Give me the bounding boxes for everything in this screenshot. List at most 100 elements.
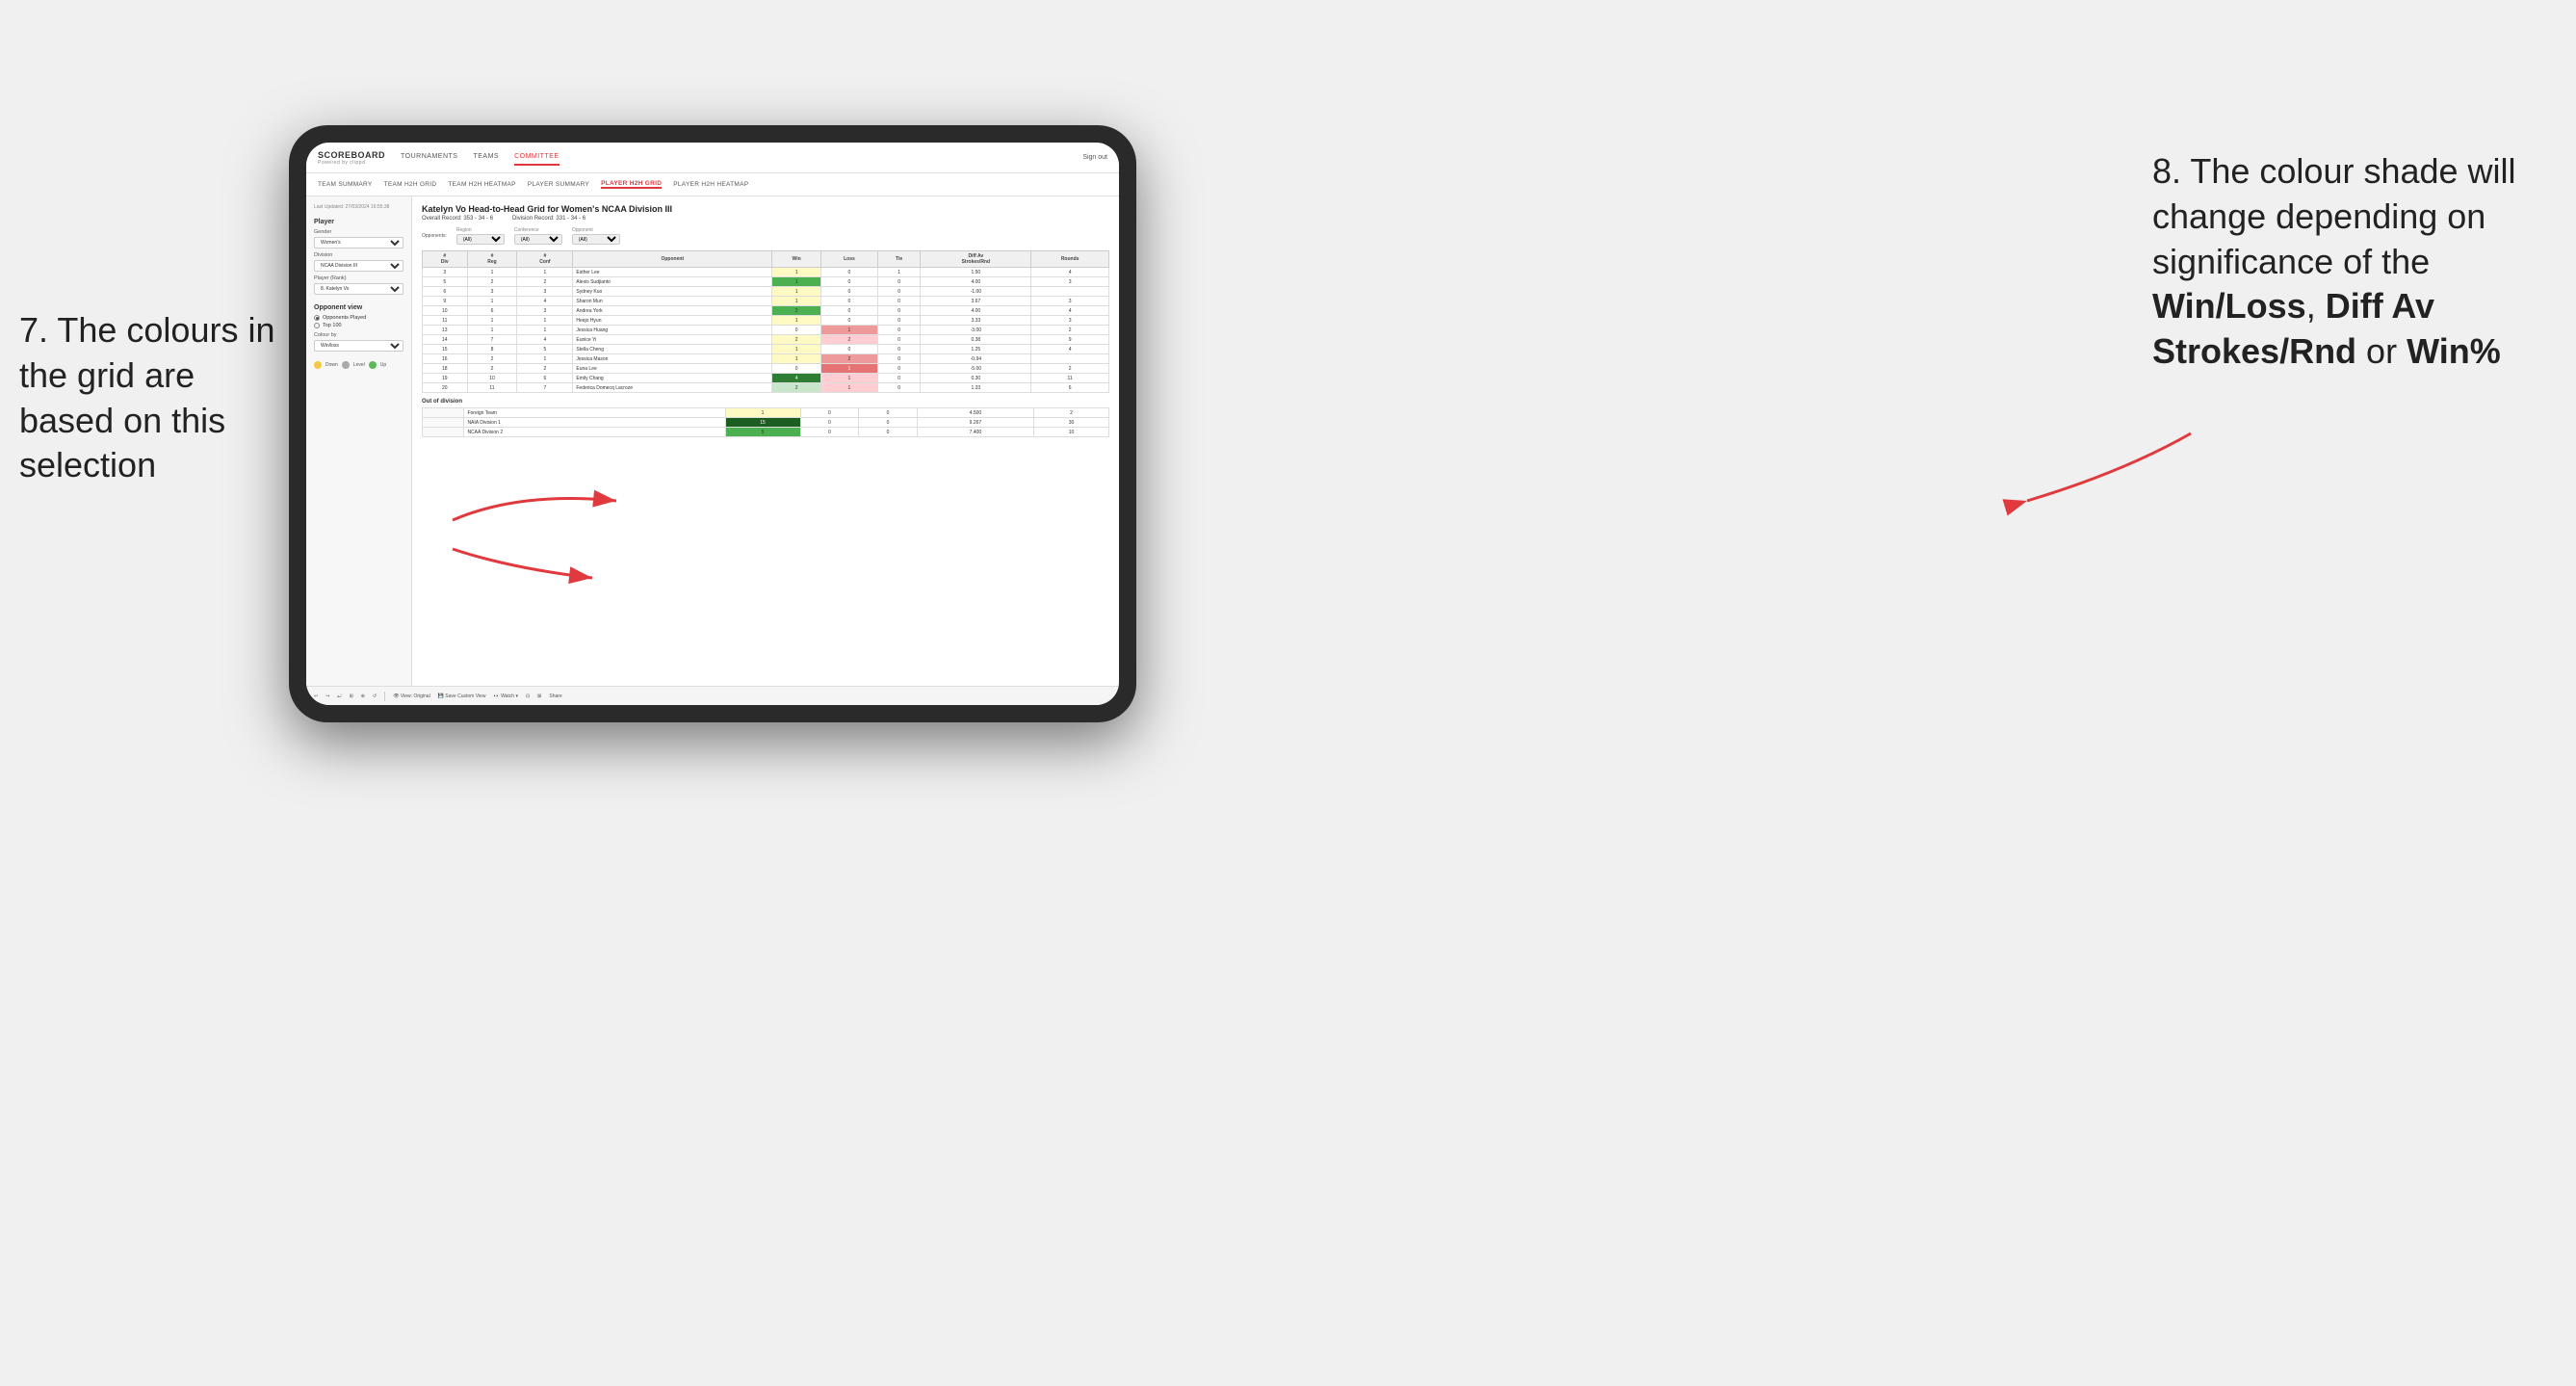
arrow-left-2 <box>443 520 597 597</box>
cell-rounds: 2 <box>1031 326 1109 335</box>
toolbar-grid[interactable]: ⊞ <box>350 693 353 699</box>
cell-loss: 0 <box>800 408 859 418</box>
cell-reg: 1 <box>467 326 517 335</box>
table-row: 18 2 2 Euna Lee 0 1 0 -5.00 2 <box>423 364 1109 374</box>
toolbar-view-original[interactable]: 👁 View: Original <box>393 693 430 699</box>
toolbar-share[interactable]: Share <box>549 693 561 699</box>
cell-conf: 3 <box>517 306 573 316</box>
cell-conf: 4 <box>517 297 573 306</box>
colour-by-select[interactable]: Win/loss <box>314 340 403 352</box>
opponent-view-title: Opponent view <box>314 304 403 311</box>
cell-win: 1 <box>772 345 821 354</box>
region-filter-label: Region <box>456 227 505 233</box>
radio-dot-top100 <box>314 323 320 328</box>
table-row: 11 1 1 Heejo Hyun 1 0 0 3.33 3 <box>423 316 1109 326</box>
radio-opponents-played[interactable]: Opponents Played <box>314 315 403 321</box>
cell-diff: 3.67 <box>921 297 1031 306</box>
tab-team-h2h-heatmap[interactable]: TEAM H2H HEATMAP <box>448 181 515 188</box>
cell-win: 1 <box>772 354 821 364</box>
cell-win: 1 <box>772 287 821 297</box>
cell-reg: 2 <box>467 364 517 374</box>
colour-by-label: Colour by <box>314 332 403 338</box>
nav-tournaments[interactable]: TOURNAMENTS <box>401 149 457 166</box>
toolbar-separator <box>384 692 385 701</box>
gender-select[interactable]: Women's <box>314 237 403 248</box>
tab-player-h2h-heatmap[interactable]: PLAYER H2H HEATMAP <box>673 181 748 188</box>
table-row: 15 8 5 Stella Cheng 1 0 0 1.25 4 <box>423 345 1109 354</box>
toolbar-watch[interactable]: 👀 Watch ▾ <box>493 693 518 699</box>
cell-conf: 7 <box>517 383 573 393</box>
opponent-select[interactable]: (All) <box>572 234 620 245</box>
toolbar-refresh[interactable]: ⤾ <box>337 693 341 699</box>
cell-rounds: 3 <box>1031 297 1109 306</box>
cell-reg: 1 <box>467 268 517 277</box>
last-updated: Last Updated: 27/03/2024 16:55:38 <box>314 204 403 211</box>
tab-player-h2h-grid[interactable]: PLAYER H2H GRID <box>601 180 662 189</box>
table-row: 13 1 1 Jessica Huang 0 1 0 -3.00 2 <box>423 326 1109 335</box>
table-row: Foreign Team 1 0 0 4.500 2 <box>423 408 1109 418</box>
toolbar-save-custom[interactable]: 💾 Save Custom View <box>438 693 486 699</box>
toolbar-undo[interactable]: ↩ <box>314 693 318 699</box>
toolbar-settings[interactable]: ⊛ <box>361 693 365 699</box>
cell-loss: 1 <box>821 326 878 335</box>
cell-opponent: Jessica Huang <box>573 326 772 335</box>
toolbar-icon2[interactable]: ⊠ <box>537 693 541 699</box>
cell-loss: 0 <box>800 428 859 437</box>
toolbar-icon1[interactable]: ⊡ <box>526 693 530 699</box>
cell-diff: 0.30 <box>921 374 1031 383</box>
cell-label: NCAA Division 2 <box>464 428 725 437</box>
nav-teams[interactable]: TEAMS <box>473 149 499 166</box>
out-of-division-header: Out of division <box>422 399 1109 405</box>
tab-team-summary[interactable]: TEAM SUMMARY <box>318 181 373 188</box>
cell-conf: 1 <box>517 316 573 326</box>
record-row: Overall Record: 353 - 34 - 6 Division Re… <box>422 216 1109 222</box>
cell-rounds: 11 <box>1031 374 1109 383</box>
radio-top100-label: Top 100 <box>323 323 342 328</box>
conference-select[interactable]: (All) <box>514 234 562 245</box>
cell-rounds: 4 <box>1031 268 1109 277</box>
cell-win: 1 <box>725 408 800 418</box>
cell-diff: 1.33 <box>921 383 1031 393</box>
cell-diff: 0.38 <box>921 335 1031 345</box>
toolbar-redo[interactable]: ↪ <box>325 693 329 699</box>
radio-opponents-label: Opponents Played <box>323 315 366 321</box>
radio-top100[interactable]: Top 100 <box>314 323 403 328</box>
gender-label: Gender <box>314 229 403 235</box>
cell-div: 18 <box>423 364 468 374</box>
cell-loss: 2 <box>821 335 878 345</box>
cell-diff: -1.00 <box>921 287 1031 297</box>
toolbar-loop[interactable]: ↺ <box>373 693 377 699</box>
table-row: NCAA Division 2 5 0 0 7.400 10 <box>423 428 1109 437</box>
nav-committee[interactable]: COMMITTEE <box>514 149 559 166</box>
cell-opponent: Jessica Mason <box>573 354 772 364</box>
player-rank-select[interactable]: 8. Katelyn Vo <box>314 283 403 295</box>
cell-diff: 1.25 <box>921 345 1031 354</box>
cell-win: 1 <box>772 316 821 326</box>
out-of-division-table: Foreign Team 1 0 0 4.500 2 NAIA Division… <box>422 407 1109 437</box>
cell-div: 15 <box>423 345 468 354</box>
cell-opponent: Emily Chang <box>573 374 772 383</box>
colour-legend: Down Level Up <box>314 361 403 369</box>
tab-player-summary[interactable]: PLAYER SUMMARY <box>528 181 589 188</box>
legend-up-dot <box>369 361 377 369</box>
cell-div: 16 <box>423 354 468 364</box>
cell-win: 1 <box>772 297 821 306</box>
overall-record: Overall Record: 353 - 34 - 6 <box>422 216 493 222</box>
left-panel: Last Updated: 27/03/2024 16:55:38 Player… <box>306 196 412 686</box>
division-select[interactable]: NCAA Division III <box>314 260 403 272</box>
cell-opponent: Heejo Hyun <box>573 316 772 326</box>
cell-tie: 0 <box>877 277 921 287</box>
sub-nav: TEAM SUMMARY TEAM H2H GRID TEAM H2H HEAT… <box>306 173 1119 196</box>
player-section-title: Player <box>314 219 403 225</box>
sign-out-link[interactable]: Sign out <box>1082 154 1107 161</box>
region-select[interactable]: (All) <box>456 234 505 245</box>
cell-conf: 5 <box>517 345 573 354</box>
cell-loss: 1 <box>821 374 878 383</box>
cell-diff: 3.33 <box>921 316 1031 326</box>
filters-row: Opponents: Region (All) Conference (All) <box>422 227 1109 245</box>
table-row: 19 10 6 Emily Chang 4 1 0 0.30 11 <box>423 374 1109 383</box>
cell-reg: 2 <box>467 354 517 364</box>
cell-tie: 0 <box>877 326 921 335</box>
cell-reg: 7 <box>467 335 517 345</box>
tab-team-h2h-grid[interactable]: TEAM H2H GRID <box>384 181 437 188</box>
